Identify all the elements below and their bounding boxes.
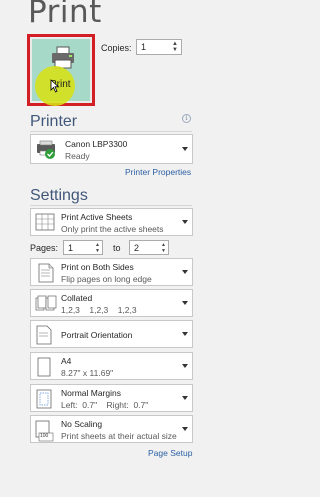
pages-to-input[interactable]: 2 ▲ ▼ <box>129 240 169 255</box>
margins-main: Normal Margins <box>61 388 121 398</box>
chevron-down-icon <box>182 427 188 431</box>
page-setup-link[interactable]: Page Setup <box>148 448 192 458</box>
chevron-down-icon <box>182 270 188 274</box>
pages-to-spinner[interactable]: ▲ ▼ <box>161 242 166 254</box>
spinner-down-icon[interactable]: ▼ <box>172 47 178 53</box>
spinner-down-icon[interactable]: ▼ <box>161 248 166 254</box>
chevron-down-icon <box>182 332 188 336</box>
orientation-main: Portrait Orientation <box>61 330 133 340</box>
pages-to-value: 2 <box>134 243 140 253</box>
paper-size-dropdown[interactable]: A4 8.27" x 11.69" <box>30 352 193 380</box>
print-what-main: Print Active Sheets <box>61 212 133 222</box>
scaling-main: No Scaling <box>61 419 103 429</box>
print-what-sub: Only print the active sheets <box>61 224 164 234</box>
printer-properties-link[interactable]: Printer Properties <box>125 167 191 177</box>
spinner-arrows[interactable]: ▲ ▼ <box>172 41 178 53</box>
settings-divider <box>30 205 192 206</box>
printer-name: Canon LBP3300 <box>65 139 128 149</box>
paper-size-icon <box>37 357 51 377</box>
scaling-icon-text: 100 <box>40 433 49 439</box>
scaling-sub: Print sheets at their actual size <box>61 431 177 441</box>
duplex-page-icon <box>38 263 54 283</box>
sides-dropdown[interactable]: Print on Both Sides Flip pages on long e… <box>30 258 193 286</box>
paper-size-main: A4 <box>61 356 72 366</box>
mouse-cursor-icon <box>50 79 60 93</box>
collate-dropdown[interactable]: Collated 1,2,3 1,2,3 1,2,3 <box>30 289 193 317</box>
chevron-down-icon <box>182 364 188 368</box>
chevron-down-icon <box>182 301 188 305</box>
pages-to-label: to <box>113 243 121 253</box>
margins-dropdown[interactable]: Normal Margins Left: 0.7" Right: 0.7" <box>30 384 193 412</box>
settings-heading: Settings <box>30 187 88 204</box>
paper-size-sub: 8.27" x 11.69" <box>61 368 114 378</box>
sides-main: Print on Both Sides <box>61 262 134 272</box>
print-what-dropdown[interactable]: Print Active Sheets Only print the activ… <box>30 208 193 236</box>
pages-from-spinner[interactable]: ▲ ▼ <box>95 242 100 254</box>
margins-sub: Left: 0.7" Right: 0.7" <box>61 400 149 410</box>
printer-status: Ready <box>65 151 90 161</box>
spinner-down-icon[interactable]: ▼ <box>95 248 100 254</box>
copies-spinner[interactable]: 1 ▲ ▼ <box>136 39 182 55</box>
chevron-down-icon <box>182 147 188 151</box>
chevron-down-icon <box>182 396 188 400</box>
page-title: Print <box>28 0 102 30</box>
printer-heading: Printer <box>30 113 78 130</box>
portrait-page-icon <box>36 325 52 345</box>
pages-from-input[interactable]: 1 ▲ ▼ <box>63 240 103 255</box>
sheets-grid-icon <box>35 213 55 231</box>
collate-main: Collated <box>61 293 93 303</box>
copies-value: 1 <box>141 42 147 52</box>
printer-status-icon <box>37 140 55 159</box>
print-button[interactable]: Print <box>27 34 95 106</box>
chevron-down-icon <box>182 220 188 224</box>
pages-from-value: 1 <box>68 243 74 253</box>
orientation-dropdown[interactable]: Portrait Orientation <box>30 320 193 348</box>
pages-label: Pages: <box>30 243 59 253</box>
collate-sub: 1,2,3 1,2,3 1,2,3 <box>61 305 137 315</box>
printer-divider <box>30 131 192 132</box>
sides-sub: Flip pages on long edge <box>61 274 152 284</box>
printer-dropdown[interactable]: Canon LBP3300 Ready <box>30 134 193 164</box>
scaling-dropdown[interactable]: 100 No Scaling Print sheets at their act… <box>30 415 193 443</box>
margins-icon <box>36 389 52 409</box>
copies-label: Copies: <box>101 43 132 53</box>
collated-pages-icon <box>35 295 57 311</box>
info-icon[interactable]: i <box>182 114 191 123</box>
